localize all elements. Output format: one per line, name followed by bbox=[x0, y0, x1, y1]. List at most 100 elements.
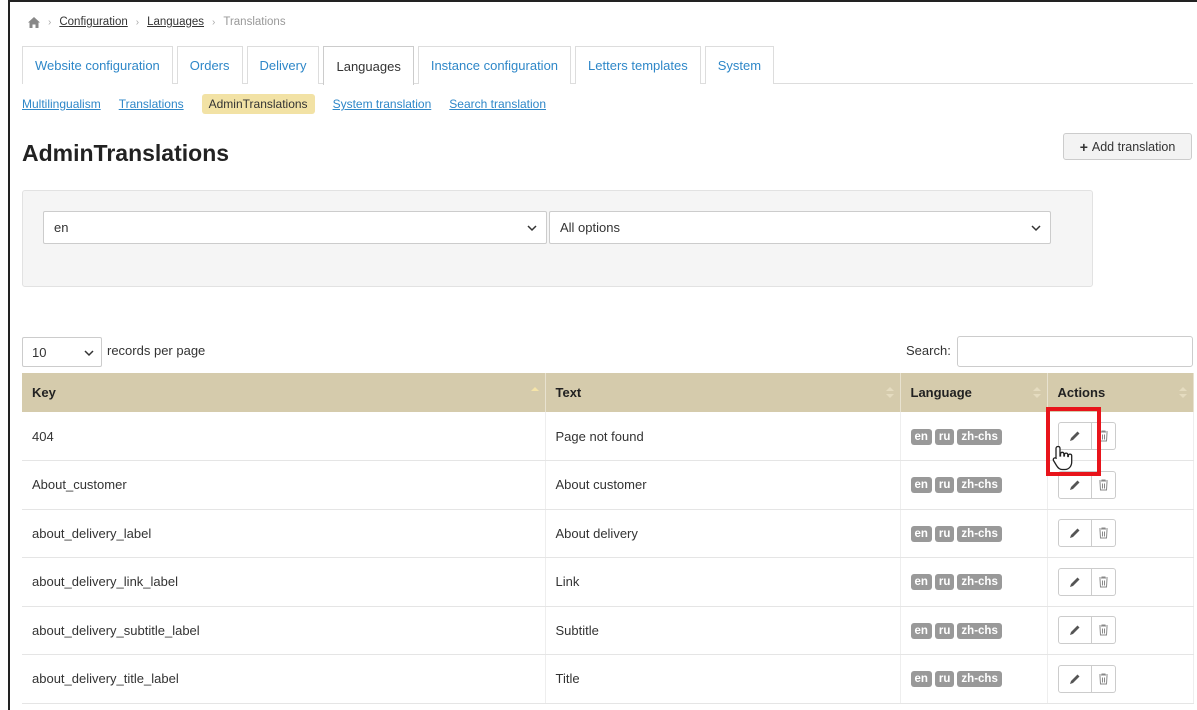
cell-key: 404 bbox=[22, 412, 546, 461]
options-select[interactable]: All options bbox=[549, 211, 1051, 244]
pencil-icon bbox=[1069, 528, 1079, 539]
cell-actions bbox=[1047, 606, 1194, 655]
breadcrumb-current: Translations bbox=[223, 16, 286, 28]
cell-key: about_delivery_title_label bbox=[22, 654, 546, 704]
language-badge: zh-chs bbox=[957, 574, 1002, 591]
subtab-search-translation[interactable]: Search translation bbox=[449, 95, 546, 113]
language-badge: zh-chs bbox=[957, 622, 1002, 639]
delete-button[interactable] bbox=[1091, 422, 1116, 450]
delete-button[interactable] bbox=[1091, 664, 1116, 693]
cell-key: About_customer bbox=[22, 460, 546, 510]
breadcrumb-separator: › bbox=[212, 16, 216, 28]
edit-button[interactable] bbox=[1057, 470, 1092, 499]
main-tabs: Website configuration Orders Delivery La… bbox=[22, 46, 1193, 85]
pencil-icon bbox=[1069, 431, 1079, 441]
column-header-actions[interactable]: Actions bbox=[1047, 373, 1194, 412]
edit-button[interactable] bbox=[1057, 664, 1092, 693]
language-badge: en bbox=[910, 574, 932, 591]
delete-button[interactable] bbox=[1091, 567, 1116, 596]
language-select[interactable]: en bbox=[43, 211, 547, 244]
cell-language: en ru zh-chs bbox=[900, 509, 1048, 558]
trash-icon bbox=[1098, 673, 1108, 685]
cell-text: About customer bbox=[545, 460, 901, 510]
edit-button[interactable] bbox=[1057, 616, 1092, 645]
cell-text: Link bbox=[545, 557, 901, 607]
sort-icon bbox=[885, 387, 894, 398]
subtab-admintranslations[interactable]: AdminTranslations bbox=[201, 94, 315, 114]
action-group bbox=[1057, 567, 1116, 596]
column-header-key[interactable]: Key bbox=[22, 373, 546, 412]
cell-language: en ru zh-chs bbox=[900, 606, 1048, 655]
tab-instance-configuration[interactable]: Instance configuration bbox=[417, 46, 572, 84]
trash-icon bbox=[1098, 430, 1108, 442]
cell-language: en ru zh-chs bbox=[900, 460, 1048, 510]
cell-actions bbox=[1047, 509, 1194, 558]
sort-icon bbox=[1032, 387, 1041, 398]
cell-key: about_delivery_label bbox=[22, 509, 546, 558]
breadcrumb-configuration[interactable]: Configuration bbox=[59, 16, 127, 28]
cell-actions bbox=[1047, 654, 1194, 704]
home-icon[interactable] bbox=[28, 16, 40, 28]
table-row: about_delivery_link_label Link en ru zh-ch… bbox=[22, 557, 1194, 607]
translations-table: Key Text Language Actions 404 Page not f… bbox=[22, 373, 1194, 704]
filter-panel: en All options bbox=[22, 190, 1093, 287]
cell-text: Subtitle bbox=[545, 606, 901, 655]
table-row: About_customer About customer en ru zh-chs bbox=[22, 460, 1194, 510]
column-header-text-label: Text bbox=[555, 385, 582, 400]
search-input[interactable] bbox=[957, 336, 1193, 367]
language-badge: zh-chs bbox=[957, 671, 1002, 688]
edit-button[interactable] bbox=[1057, 519, 1092, 548]
cell-actions bbox=[1047, 557, 1194, 607]
trash-icon bbox=[1098, 576, 1108, 588]
language-badge: en bbox=[910, 477, 932, 494]
language-badge: en bbox=[910, 671, 932, 688]
chevron-down-icon bbox=[84, 350, 94, 357]
language-badge: en bbox=[910, 428, 932, 445]
tab-letters-templates[interactable]: Letters templates bbox=[575, 46, 701, 84]
cell-language: en ru zh-chs bbox=[900, 412, 1048, 461]
tab-system[interactable]: System bbox=[704, 46, 775, 84]
column-header-language[interactable]: Language bbox=[900, 373, 1048, 412]
tab-orders[interactable]: Orders bbox=[176, 46, 243, 84]
table-row: about_delivery_title_label Title en ru zh-… bbox=[22, 654, 1194, 704]
language-badge: en bbox=[910, 525, 932, 542]
subtab-translations[interactable]: Translations bbox=[119, 95, 184, 113]
cell-text: Page not found bbox=[545, 412, 901, 461]
pencil-icon bbox=[1069, 480, 1079, 490]
language-badge: en bbox=[910, 622, 932, 639]
trash-icon bbox=[1098, 527, 1108, 539]
tab-delivery[interactable]: Delivery bbox=[246, 46, 320, 84]
search-label: Search: bbox=[906, 343, 951, 358]
column-header-key-label: Key bbox=[32, 385, 56, 400]
cell-text: About delivery bbox=[545, 509, 901, 558]
subtab-multilingualism[interactable]: Multilingualism bbox=[22, 95, 101, 113]
tab-website-configuration[interactable]: Website configuration bbox=[22, 46, 173, 84]
delete-button[interactable] bbox=[1091, 616, 1116, 645]
delete-button[interactable] bbox=[1091, 470, 1116, 499]
window-frame-top bbox=[8, 0, 1197, 2]
sort-asc-icon bbox=[530, 387, 539, 391]
tab-languages[interactable]: Languages bbox=[323, 46, 414, 85]
table-row: about_delivery_subtitle_label Subtitle e… bbox=[22, 606, 1194, 655]
action-group bbox=[1057, 664, 1116, 693]
table-header-row: Key Text Language Actions bbox=[22, 373, 1194, 412]
records-per-page-select[interactable]: 10 bbox=[22, 337, 102, 367]
page-title: AdminTranslations bbox=[22, 140, 230, 166]
pencil-icon bbox=[1069, 625, 1079, 636]
records-per-page-label: records per page bbox=[107, 343, 206, 358]
trash-icon bbox=[1098, 479, 1108, 491]
breadcrumb-separator: › bbox=[48, 16, 52, 28]
language-badge: ru bbox=[934, 428, 955, 445]
add-translation-button[interactable]: + Add translation bbox=[1063, 133, 1192, 160]
delete-button[interactable] bbox=[1091, 519, 1116, 548]
edit-button[interactable] bbox=[1057, 567, 1092, 596]
column-header-text[interactable]: Text bbox=[545, 373, 901, 412]
breadcrumb-languages[interactable]: Languages bbox=[147, 16, 204, 28]
breadcrumb: › Configuration › Languages › Translatio… bbox=[28, 14, 286, 30]
table-row: about_delivery_label About delivery en ru… bbox=[22, 509, 1194, 558]
cell-language: en ru zh-chs bbox=[900, 557, 1048, 607]
subtab-system-translation[interactable]: System translation bbox=[333, 95, 432, 113]
cell-language: en ru zh-chs bbox=[900, 654, 1048, 704]
window-frame-left bbox=[8, 0, 10, 710]
table-row: 404 Page not found en ru zh-chs bbox=[22, 412, 1194, 461]
